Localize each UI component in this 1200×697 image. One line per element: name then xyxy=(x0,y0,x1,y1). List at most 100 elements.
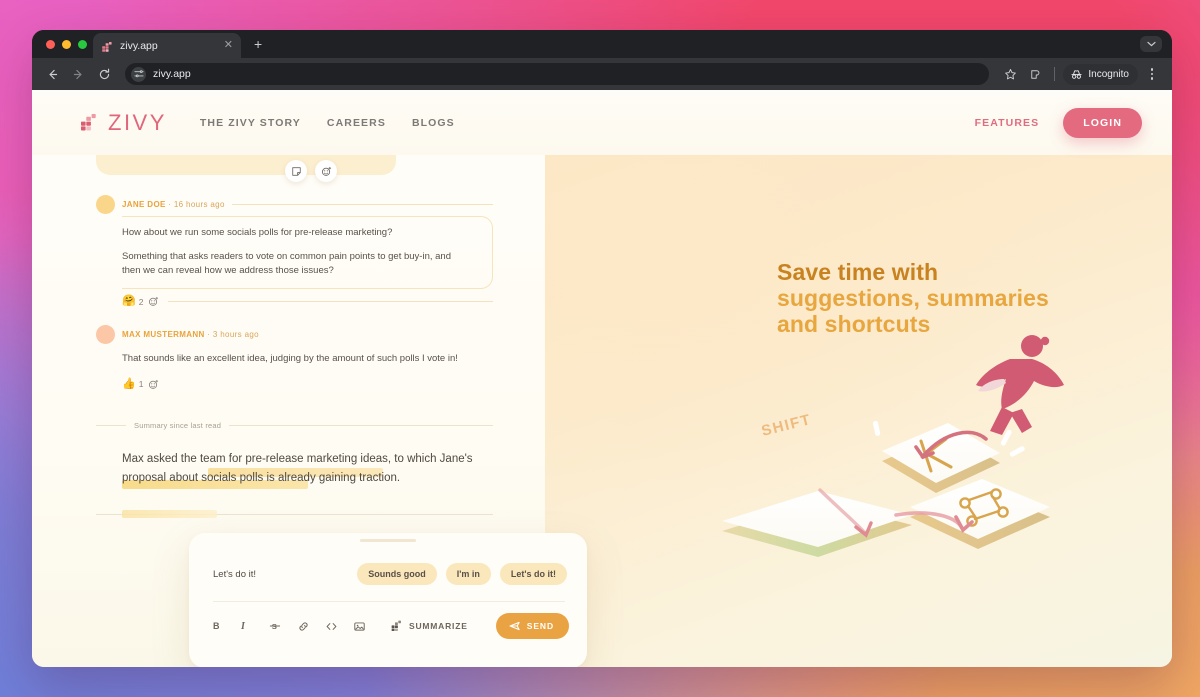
message-reactions: 👍 1 xyxy=(122,378,493,390)
login-button[interactable]: LOGIN xyxy=(1063,107,1142,138)
hero-title-line-3: and shortcuts xyxy=(777,310,931,337)
message-author: JANE DOE xyxy=(122,200,166,209)
message-paragraph: How about we run some socials polls for … xyxy=(122,227,393,238)
maximize-window-button[interactable] xyxy=(78,40,87,49)
send-paper-plane-icon xyxy=(509,620,521,632)
message-meta: JANE DOE · 16 hours ago xyxy=(122,200,225,209)
message-header: MAX MUSTERMANN · 3 hours ago xyxy=(96,325,493,345)
zivy-logo-icon xyxy=(80,113,99,132)
message-header: JANE DOE · 16 hours ago xyxy=(96,195,493,214)
toolbar-divider xyxy=(1054,67,1056,81)
incognito-label: Incognito xyxy=(1088,68,1129,80)
message-author: MAX MUSTERMANN xyxy=(122,330,205,340)
site-navbar: ZIVY THE ZIVY STORY CAREERS BLOGS FEATUR… xyxy=(32,90,1172,155)
avatar xyxy=(96,325,115,345)
message-time: 3 hours ago xyxy=(212,330,259,340)
send-button[interactable]: SEND xyxy=(495,613,569,639)
meta-separator: · xyxy=(204,330,213,340)
nav-link-features[interactable]: FEATURES xyxy=(975,117,1040,129)
incognito-hat-icon xyxy=(1070,69,1083,80)
message-meta: MAX MUSTERMANN · 3 hours ago xyxy=(122,330,259,339)
toolbar-right-actions: Incognito xyxy=(999,63,1163,85)
reaction-count: 2 xyxy=(138,296,144,307)
message-composer: Let's do it! Sounds good I'm in Let's do… xyxy=(189,533,587,667)
link-icon[interactable] xyxy=(297,620,325,633)
key-shift xyxy=(722,491,912,557)
nav-right: FEATURES LOGIN xyxy=(975,107,1142,138)
composer-toolbar: B I S SUMMARIZE SEND xyxy=(189,602,587,639)
composer-draft-text[interactable]: Let's do it! xyxy=(213,569,348,580)
suggestion-chip-sounds-good[interactable]: Sounds good xyxy=(357,563,437,585)
keyboard-shortcut-illustration xyxy=(710,335,1090,625)
add-reaction-icon[interactable] xyxy=(315,160,337,182)
italic-icon[interactable]: I xyxy=(241,621,269,632)
browser-toolbar: zivy.app Incognito xyxy=(32,58,1172,90)
add-reaction-icon[interactable] xyxy=(148,296,159,307)
reaction-emoji: 🤗 xyxy=(122,295,136,308)
suggestion-chip-im-in[interactable]: I'm in xyxy=(445,563,491,585)
plus-icon[interactable]: + xyxy=(254,37,262,51)
message-item: MAX MUSTERMANN · 3 hours ago That sounds… xyxy=(96,325,493,390)
add-reaction-icon[interactable] xyxy=(148,379,159,390)
image-icon[interactable] xyxy=(353,620,381,633)
message-hover-actions xyxy=(285,160,337,182)
brand-logo[interactable]: ZIVY xyxy=(80,110,167,136)
back-arrow-icon[interactable] xyxy=(41,63,63,85)
minimize-window-button[interactable] xyxy=(62,40,71,49)
kebab-menu-icon[interactable] xyxy=(1141,63,1163,85)
web-page: ZIVY THE ZIVY STORY CAREERS BLOGS FEATUR… xyxy=(32,90,1172,667)
extensions-icon[interactable] xyxy=(1024,63,1046,85)
hero-heading: Save time with suggestions, summaries an… xyxy=(777,259,1107,337)
browser-tab[interactable]: zivy.app ✕ xyxy=(93,33,241,58)
send-label: SEND xyxy=(526,621,554,631)
close-window-button[interactable] xyxy=(46,40,55,49)
zivy-favicon-icon xyxy=(101,40,113,52)
window-traffic-lights xyxy=(46,40,87,49)
note-icon[interactable] xyxy=(285,160,307,182)
message-rule xyxy=(231,204,493,205)
meta-separator: · xyxy=(165,200,174,209)
hero-art-panel: Save time with suggestions, summaries an… xyxy=(545,155,1172,667)
bold-icon[interactable]: B xyxy=(213,621,241,631)
message-time: 16 hours ago xyxy=(173,200,225,209)
reaction-chip[interactable]: 🤗 2 xyxy=(122,296,143,307)
summarize-label: SUMMARIZE xyxy=(409,621,468,631)
divider-right xyxy=(229,424,493,426)
summary-block: Max asked the team for pre-release marke… xyxy=(96,450,493,518)
code-icon[interactable] xyxy=(325,620,353,633)
address-bar[interactable]: zivy.app xyxy=(125,63,990,85)
divider-left xyxy=(96,424,126,426)
strikethrough-icon[interactable]: S xyxy=(269,620,297,632)
highlight-mark xyxy=(122,509,217,518)
message-body: That sounds like an excellent idea, judg… xyxy=(122,346,493,375)
summary-label: Summary since last read xyxy=(134,420,222,430)
close-icon[interactable]: ✕ xyxy=(224,40,233,51)
brand-name: ZIVY xyxy=(108,109,167,135)
nav-link-blogs[interactable]: BLOGS xyxy=(412,117,455,129)
nav-link-careers[interactable]: CAREERS xyxy=(327,117,386,129)
reaction-chip[interactable]: 👍 1 xyxy=(122,378,144,390)
svg-text:S: S xyxy=(272,622,277,631)
nav-link-the-zivy-story[interactable]: THE ZIVY STORY xyxy=(200,117,301,129)
zivy-logo-icon xyxy=(391,620,403,632)
suggestion-chip-lets-do-it[interactable]: Let's do it! xyxy=(499,563,567,585)
summarize-button[interactable]: SUMMARIZE xyxy=(391,620,468,632)
browser-tab-title: zivy.app xyxy=(120,39,158,52)
summary-text: Max asked the team for pre-release marke… xyxy=(122,452,473,484)
chat-thread: JANE DOE · 16 hours ago How about we run… xyxy=(32,155,545,518)
drag-handle[interactable] xyxy=(360,539,416,542)
star-icon[interactable] xyxy=(999,63,1021,85)
reaction-count: 1 xyxy=(138,379,144,390)
chevron-down-icon[interactable] xyxy=(1140,36,1162,52)
incognito-indicator[interactable]: Incognito xyxy=(1063,63,1138,85)
address-bar-url: zivy.app xyxy=(153,68,191,80)
message-reactions: 🤗 2 xyxy=(122,296,493,307)
hero-title-line-2: suggestions, summaries xyxy=(777,284,1049,311)
reload-icon[interactable] xyxy=(93,63,115,85)
message-paragraph: Something that asks readers to vote on c… xyxy=(122,250,451,277)
browser-tab-strip: zivy.app ✕ + xyxy=(32,30,1172,58)
tune-icon[interactable] xyxy=(131,66,146,82)
forward-arrow-icon[interactable] xyxy=(67,63,89,85)
message-body: How about we run some socials polls for … xyxy=(122,216,493,290)
avatar xyxy=(96,195,115,214)
